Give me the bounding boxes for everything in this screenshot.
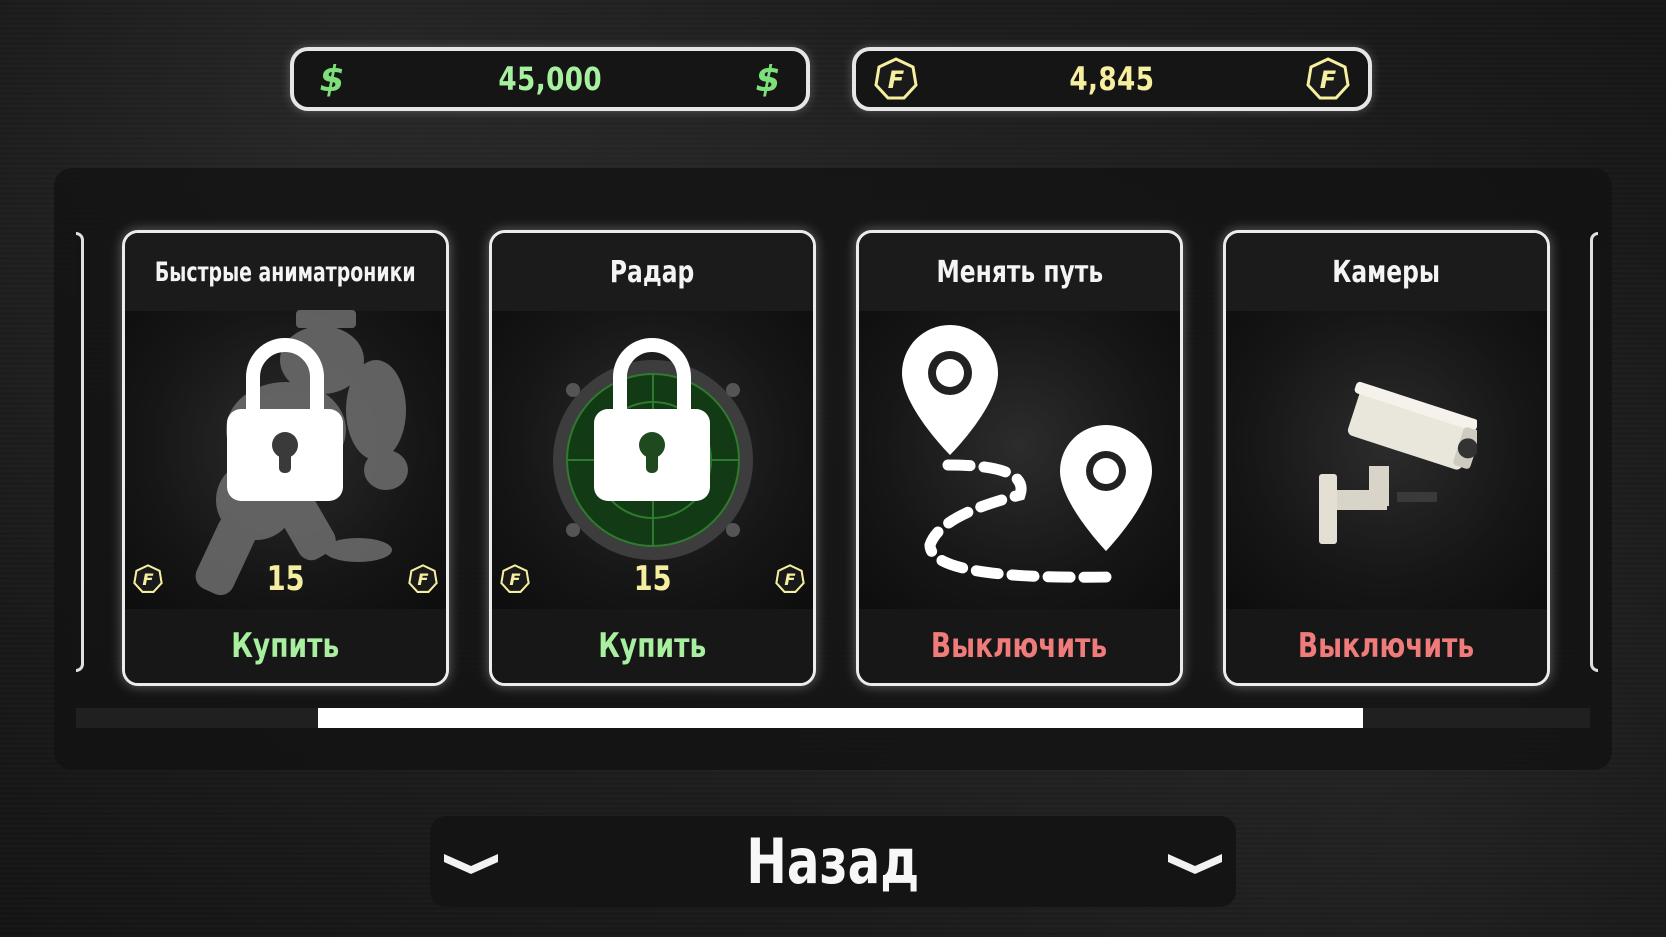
back-button-label: Назад bbox=[746, 825, 920, 898]
faz-token-icon: F bbox=[775, 564, 805, 593]
card-cameras[interactable]: Камеры Выключить bbox=[1223, 230, 1550, 686]
card-header: Камеры bbox=[1226, 233, 1547, 311]
money-counter: $ 45,000 $ bbox=[290, 47, 810, 111]
card-title: Менять путь bbox=[936, 254, 1103, 290]
buy-label: Купить bbox=[598, 626, 707, 666]
card-art bbox=[1226, 311, 1547, 609]
card-radar[interactable]: Радар F 15 F Купить bbox=[489, 230, 816, 686]
svg-text:F: F bbox=[417, 570, 428, 589]
faz-token-icon: F bbox=[500, 564, 530, 593]
turn-off-button[interactable]: Выключить bbox=[859, 609, 1180, 683]
buy-button[interactable]: Купить bbox=[492, 609, 813, 683]
price-row: F 15 F bbox=[133, 559, 438, 599]
card-header: Радар bbox=[492, 233, 813, 311]
price-row: F 15 F bbox=[500, 559, 805, 599]
faz-token-counter: F 4,845 F bbox=[852, 47, 1372, 111]
card-price: 15 bbox=[266, 559, 305, 599]
card-change-route[interactable]: Менять путь Выключить bbox=[856, 230, 1183, 686]
card-title: Радар bbox=[610, 254, 695, 290]
back-button[interactable]: Назад bbox=[430, 816, 1236, 907]
card-title: Быстрые аниматроники bbox=[155, 256, 416, 288]
turn-off-button[interactable]: Выключить bbox=[1226, 609, 1547, 683]
chevron-down-icon bbox=[444, 854, 498, 874]
partial-card-right[interactable] bbox=[1590, 232, 1598, 672]
card-title: Камеры bbox=[1332, 254, 1441, 290]
route-pins-icon bbox=[901, 325, 1152, 583]
card-header: Менять путь bbox=[859, 233, 1180, 311]
card-price: 15 bbox=[633, 559, 672, 599]
dollar-icon: $ bbox=[319, 58, 345, 100]
card-header: Быстрые аниматроники bbox=[125, 233, 446, 311]
svg-text:F: F bbox=[509, 570, 520, 589]
turn-off-label: Выключить bbox=[1298, 626, 1475, 666]
svg-text:F: F bbox=[888, 66, 905, 94]
lock-icon bbox=[594, 338, 710, 501]
svg-text:F: F bbox=[784, 570, 795, 589]
buy-label: Купить bbox=[231, 626, 340, 666]
svg-text:F: F bbox=[142, 570, 153, 589]
buy-button[interactable]: Купить bbox=[125, 609, 446, 683]
faz-token-icon: F bbox=[874, 57, 918, 100]
faz-token-value: 4,845 bbox=[1069, 60, 1155, 98]
card-fast-animatronics[interactable]: Быстрые аниматроники F 15 F Купить bbox=[122, 230, 449, 686]
turn-off-label: Выключить bbox=[931, 626, 1108, 666]
lock-icon bbox=[227, 338, 343, 501]
chevron-down-icon bbox=[1168, 854, 1222, 874]
money-value: 45,000 bbox=[498, 60, 602, 98]
faz-token-icon: F bbox=[1306, 57, 1350, 100]
faz-token-icon: F bbox=[133, 564, 163, 593]
faz-token-icon: F bbox=[408, 564, 438, 593]
card-art bbox=[859, 311, 1180, 609]
svg-text:F: F bbox=[1320, 66, 1337, 94]
scrollbar-thumb[interactable] bbox=[318, 708, 1363, 728]
dollar-icon: $ bbox=[755, 58, 781, 100]
partial-card-left[interactable] bbox=[76, 232, 84, 672]
security-camera-icon bbox=[1318, 381, 1477, 544]
